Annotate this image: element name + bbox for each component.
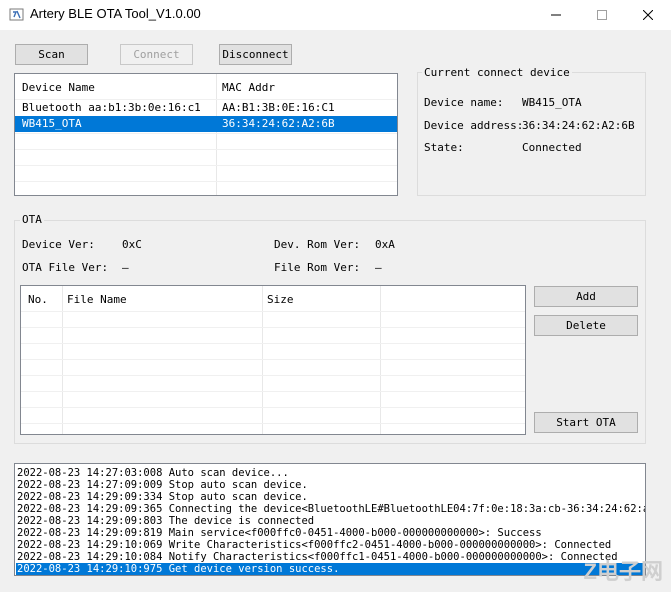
device-ver-label: Device Ver: bbox=[22, 238, 95, 251]
device-address-value: 36:34:24:62:A2:6B bbox=[522, 119, 635, 132]
file-rom-ver-label: File Rom Ver: bbox=[274, 261, 361, 274]
ota-file-ver-label: OTA File Ver: bbox=[22, 261, 109, 274]
log-line: 2022-08-23 14:29:10:084 Notify Character… bbox=[17, 551, 618, 563]
state-label: State: bbox=[424, 141, 464, 154]
device-address-label: Device address: bbox=[424, 119, 524, 132]
device-name-cell: Bluetooth aa:b1:3b:0e:16:c1 bbox=[22, 101, 201, 114]
device-mac-cell: AA:B1:3B:0E:16:C1 bbox=[222, 101, 335, 114]
log-line: 2022-08-23 14:29:10:069 Write Characteri… bbox=[17, 539, 612, 551]
delete-button[interactable]: Delete bbox=[534, 315, 638, 336]
device-row[interactable]: Bluetooth aa:b1:3b:0e:16:c1 AA:B1:3B:0E:… bbox=[15, 100, 397, 116]
scan-button[interactable]: Scan bbox=[15, 44, 88, 65]
log-line: 2022-08-23 14:27:09:009 Stop auto scan d… bbox=[17, 479, 308, 491]
log-line: 2022-08-23 14:29:09:334 Stop auto scan d… bbox=[17, 491, 308, 503]
column-header-file-name[interactable]: File Name bbox=[67, 293, 127, 306]
close-button[interactable] bbox=[625, 0, 671, 30]
log-line: 2022-08-23 14:27:03:008 Auto scan device… bbox=[17, 467, 289, 479]
window-title: Artery BLE OTA Tool_V1.0.00 bbox=[30, 6, 201, 21]
device-name-value: WB415_OTA bbox=[522, 96, 582, 109]
device-name-label: Device name: bbox=[424, 96, 504, 109]
column-header-no[interactable]: No. bbox=[28, 293, 48, 306]
log-line-selected: 2022-08-23 14:29:10:975 Get device versi… bbox=[16, 563, 644, 575]
device-mac-cell: 36:34:24:62:A2:6B bbox=[222, 117, 335, 130]
ota-file-list[interactable]: No. File Name Size bbox=[20, 285, 526, 435]
log-line: 2022-08-23 14:29:09:819 Main service<f00… bbox=[17, 527, 542, 539]
column-header-size[interactable]: Size bbox=[267, 293, 294, 306]
device-list[interactable]: Device Name MAC Addr Bluetooth aa:b1:3b:… bbox=[14, 73, 398, 196]
dev-rom-ver-value: 0xA bbox=[375, 238, 395, 251]
current-device-group-title: Current connect device bbox=[422, 66, 572, 79]
device-ver-value: 0xC bbox=[122, 238, 142, 251]
maximize-button[interactable] bbox=[579, 0, 625, 30]
watermark-logo: Z电子网 bbox=[583, 559, 663, 584]
ota-file-ver-value: — bbox=[122, 261, 129, 274]
start-ota-button[interactable]: Start OTA bbox=[534, 412, 638, 433]
close-icon bbox=[643, 10, 653, 20]
add-button[interactable]: Add bbox=[534, 286, 638, 307]
connect-button[interactable]: Connect bbox=[120, 44, 193, 65]
log-output[interactable]: 2022-08-23 14:27:03:008 Auto scan device… bbox=[14, 463, 646, 576]
minimize-icon bbox=[551, 14, 561, 16]
minimize-button[interactable] bbox=[533, 0, 579, 30]
log-line: 2022-08-23 14:29:09:803 The device is co… bbox=[17, 515, 315, 527]
current-device-group bbox=[417, 72, 646, 196]
ota-group-title: OTA bbox=[20, 213, 44, 226]
file-rom-ver-value: — bbox=[375, 261, 382, 274]
state-value: Connected bbox=[522, 141, 582, 154]
device-name-cell: WB415_OTA bbox=[22, 117, 82, 130]
device-row-selected[interactable]: WB415_OTA 36:34:24:62:A2:6B bbox=[15, 116, 397, 132]
maximize-icon bbox=[597, 10, 607, 20]
log-line: 2022-08-23 14:29:09:365 Connecting the d… bbox=[17, 503, 646, 515]
disconnect-button[interactable]: Disconnect bbox=[219, 44, 292, 65]
column-header-device-name[interactable]: Device Name bbox=[22, 81, 95, 94]
column-header-mac-addr[interactable]: MAC Addr bbox=[222, 81, 275, 94]
dev-rom-ver-label: Dev. Rom Ver: bbox=[274, 238, 361, 251]
app-icon bbox=[9, 8, 24, 21]
